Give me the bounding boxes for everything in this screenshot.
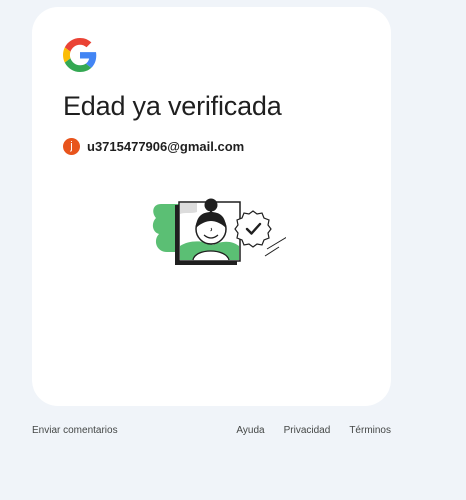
privacy-link[interactable]: Privacidad — [284, 425, 331, 436]
help-link[interactable]: Ayuda — [236, 425, 264, 436]
footer-links: Ayuda Privacidad Términos — [236, 425, 391, 436]
age-verified-illustration — [152, 198, 286, 265]
send-feedback-link[interactable]: Enviar comentarios — [32, 425, 118, 436]
google-g-icon — [63, 38, 97, 72]
page-title: Edad ya verificada — [63, 91, 282, 121]
account-chip[interactable]: j u3715477906@gmail.com — [63, 137, 244, 155]
verification-card: Edad ya verificada j u3715477906@gmail.c… — [32, 7, 391, 406]
account-email: u3715477906@gmail.com — [87, 138, 245, 154]
avatar: j — [63, 137, 80, 155]
footer: Enviar comentarios Ayuda Privacidad Térm… — [32, 425, 391, 441]
terms-link[interactable]: Términos — [349, 425, 391, 436]
